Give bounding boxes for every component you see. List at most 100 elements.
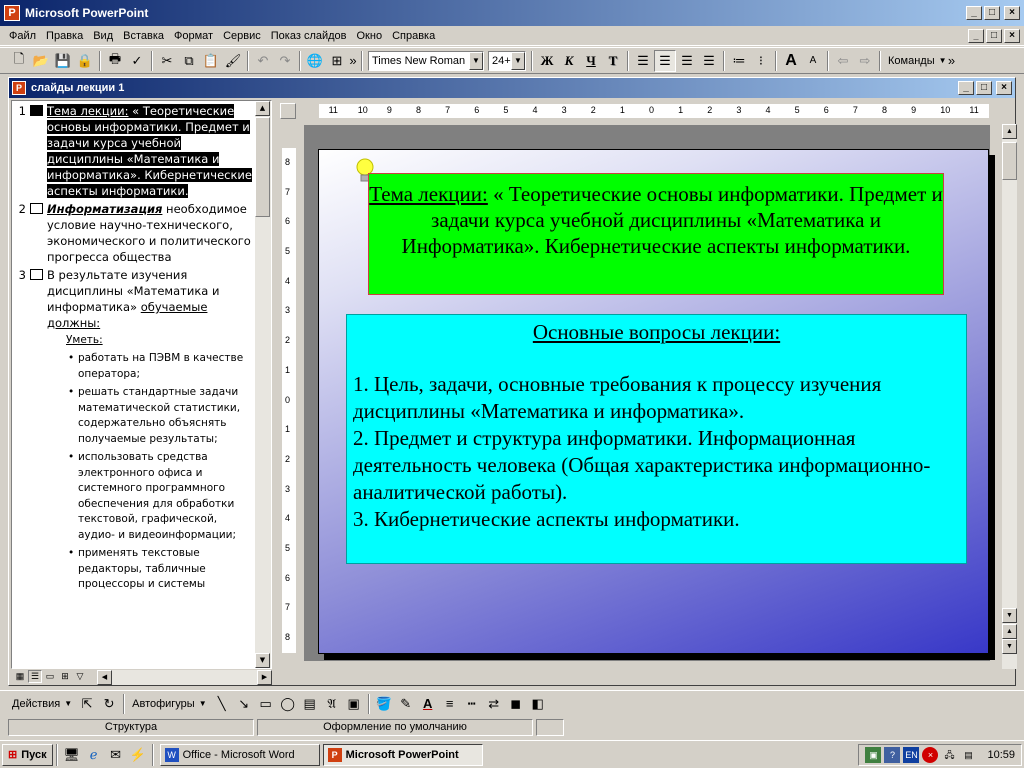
scroll-down-icon[interactable]: ▼ (255, 653, 270, 668)
hyperlink-icon[interactable]: 🌐 (304, 50, 326, 72)
ie-icon[interactable]: ℯ (83, 744, 105, 766)
toolbar-overflow-icon[interactable]: » (947, 50, 957, 72)
language-indicator[interactable]: EN (903, 746, 920, 763)
bullets-icon[interactable]: ⁝ (750, 50, 772, 72)
doc-window-maximize-button[interactable]: □ (976, 81, 992, 95)
menu-help[interactable]: Справка (387, 30, 440, 42)
network-icon[interactable]: 🖧 (941, 747, 957, 763)
paste-icon[interactable]: 📋 (200, 50, 222, 72)
outline-scrollbar[interactable]: ▲ ▼ (255, 101, 271, 668)
slide-title-box[interactable]: Тема лекции: « Теоретические основы инфо… (368, 173, 944, 295)
outline-slide-3[interactable]: 3 В результате изучения дисциплины «Мате… (12, 267, 257, 331)
autoshapes-menu[interactable]: Автофигуры (128, 698, 199, 710)
scroll-up-icon[interactable]: ▲ (1002, 124, 1017, 139)
slideshow-view-icon[interactable]: ▽ (73, 670, 87, 683)
start-button[interactable]: ⊞ Пуск (2, 743, 53, 766)
slide-view-icon[interactable]: ▭ (43, 670, 57, 683)
promote-icon[interactable]: ⇦ (832, 50, 854, 72)
arrow-icon[interactable]: ↘ (233, 693, 255, 715)
menu-tools[interactable]: Сервис (218, 30, 266, 42)
font-name-select[interactable]: Times New Roman ▼ (368, 50, 484, 71)
3d-style-icon[interactable]: ◧ (527, 693, 549, 715)
sorter-view-icon[interactable]: ⊞ (58, 670, 72, 683)
increase-font-icon[interactable]: A (780, 50, 802, 72)
toolbar-overflow-icon[interactable]: » (348, 50, 358, 72)
redo-icon[interactable]: ↷ (274, 50, 296, 72)
doc-window-minimize-button[interactable]: _ (958, 81, 974, 95)
slide-content-box[interactable]: Основные вопросы лекции: 1. Цель, задачи… (346, 314, 967, 564)
close-button[interactable]: × (1004, 6, 1020, 20)
copy-icon[interactable]: ⧉ (178, 50, 200, 72)
task-word[interactable]: W Office - Microsoft Word (159, 743, 320, 766)
line-color-icon[interactable]: ✎ (395, 693, 417, 715)
quicklaunch-icon[interactable]: ⚡ (127, 744, 149, 766)
cut-icon[interactable]: ✂ (156, 50, 178, 72)
previous-slide-icon[interactable]: ▲ (1002, 624, 1017, 639)
wordart-icon[interactable]: 𝔄 (321, 693, 343, 715)
font-size-select[interactable]: 24+ ▼ (488, 50, 526, 71)
print-icon[interactable]: 🖶 (104, 50, 126, 72)
slide-scrollbar[interactable]: ▲ ▼ ▲ ▼ (1002, 124, 1017, 669)
maximize-button[interactable]: □ (984, 6, 1000, 20)
undo-icon[interactable]: ↶ (252, 50, 274, 72)
align-left-icon[interactable]: ☰ (632, 50, 654, 72)
outline-scroll-thumb[interactable] (255, 117, 270, 217)
font-color-icon[interactable]: A (417, 693, 439, 715)
scroll-right-icon[interactable]: ▶ (257, 670, 272, 685)
rectangle-icon[interactable]: ▭ (255, 693, 277, 715)
menu-format[interactable]: Формат (169, 30, 218, 42)
justify-icon[interactable]: ☰ (698, 50, 720, 72)
fill-color-icon[interactable]: 🪣 (373, 693, 395, 715)
minimize-button[interactable]: _ (966, 6, 982, 20)
outline-view-icon[interactable]: ☰ (28, 670, 42, 683)
menu-view[interactable]: Вид (88, 30, 118, 42)
doc-window-close-button[interactable]: × (996, 81, 1012, 95)
scroll-down-icon[interactable]: ▼ (1002, 608, 1017, 623)
shadow-button[interactable]: Т (602, 50, 624, 72)
spelling-icon[interactable]: ✓ (126, 50, 148, 72)
outline-pane[interactable]: 1 Тема лекции: « Теоретические основы ин… (11, 100, 272, 669)
rotate-icon[interactable]: ↻ (98, 693, 120, 715)
expand-all-icon[interactable]: ⊞ (326, 50, 348, 72)
clipart-icon[interactable]: ▣ (343, 693, 365, 715)
demote-icon[interactable]: ⇨ (854, 50, 876, 72)
arrow-style-icon[interactable]: ⇄ (483, 693, 505, 715)
outline-hscrollbar[interactable]: ◀ ▶ (97, 670, 272, 685)
permissions-icon[interactable]: 🔒 (74, 50, 96, 72)
slide-scroll-thumb[interactable] (1002, 142, 1017, 180)
underline-button[interactable]: Ч (580, 50, 602, 72)
doc-restore-button[interactable]: □ (986, 28, 1002, 43)
next-slide-icon[interactable]: ▼ (1002, 639, 1017, 654)
desktop-icon[interactable]: 🖥 (61, 744, 83, 766)
menu-file[interactable]: Файл (4, 30, 41, 42)
textbox-icon[interactable]: ▤ (299, 693, 321, 715)
tray-help-icon[interactable]: ? (884, 746, 901, 763)
numbering-icon[interactable]: ≔ (728, 50, 750, 72)
align-right-icon[interactable]: ☰ (676, 50, 698, 72)
tray-error-icon[interactable]: × (922, 746, 939, 763)
menu-insert[interactable]: Вставка (118, 30, 169, 42)
select-pointer-icon[interactable]: ⇱ (76, 693, 98, 715)
format-painter-icon[interactable]: 🖌 (222, 50, 244, 72)
commands-menu[interactable]: Команды (884, 55, 939, 67)
open-icon[interactable]: 📂 (30, 50, 52, 72)
doc-minimize-button[interactable]: _ (968, 28, 984, 43)
menu-window[interactable]: Окно (352, 30, 388, 42)
scroll-left-icon[interactable]: ◀ (97, 670, 112, 685)
outlook-icon[interactable]: ✉ (105, 744, 127, 766)
new-icon[interactable]: 🗋 (8, 50, 30, 72)
line-icon[interactable]: ╲ (211, 693, 233, 715)
vertical-ruler[interactable]: 8 7 6 5 4 3 2 1 0 1 2 3 4 5 6 7 8 (282, 148, 296, 653)
tray-app-icon[interactable]: ▣ (865, 746, 882, 763)
oval-icon[interactable]: ◯ (277, 693, 299, 715)
align-center-icon[interactable]: ☰ (654, 49, 676, 72)
line-style-icon[interactable]: ≡ (439, 693, 461, 715)
volume-icon[interactable]: ▤ (960, 747, 976, 763)
actions-menu[interactable]: Действия (8, 698, 64, 710)
task-powerpoint[interactable]: P Microsoft PowerPoint (322, 743, 483, 766)
italic-button[interactable]: К (558, 50, 580, 72)
menu-edit[interactable]: Правка (41, 30, 88, 42)
normal-view-icon[interactable]: ▦ (13, 670, 27, 683)
shadow-style-icon[interactable]: ◼ (505, 693, 527, 715)
doc-close-button[interactable]: × (1004, 28, 1020, 43)
